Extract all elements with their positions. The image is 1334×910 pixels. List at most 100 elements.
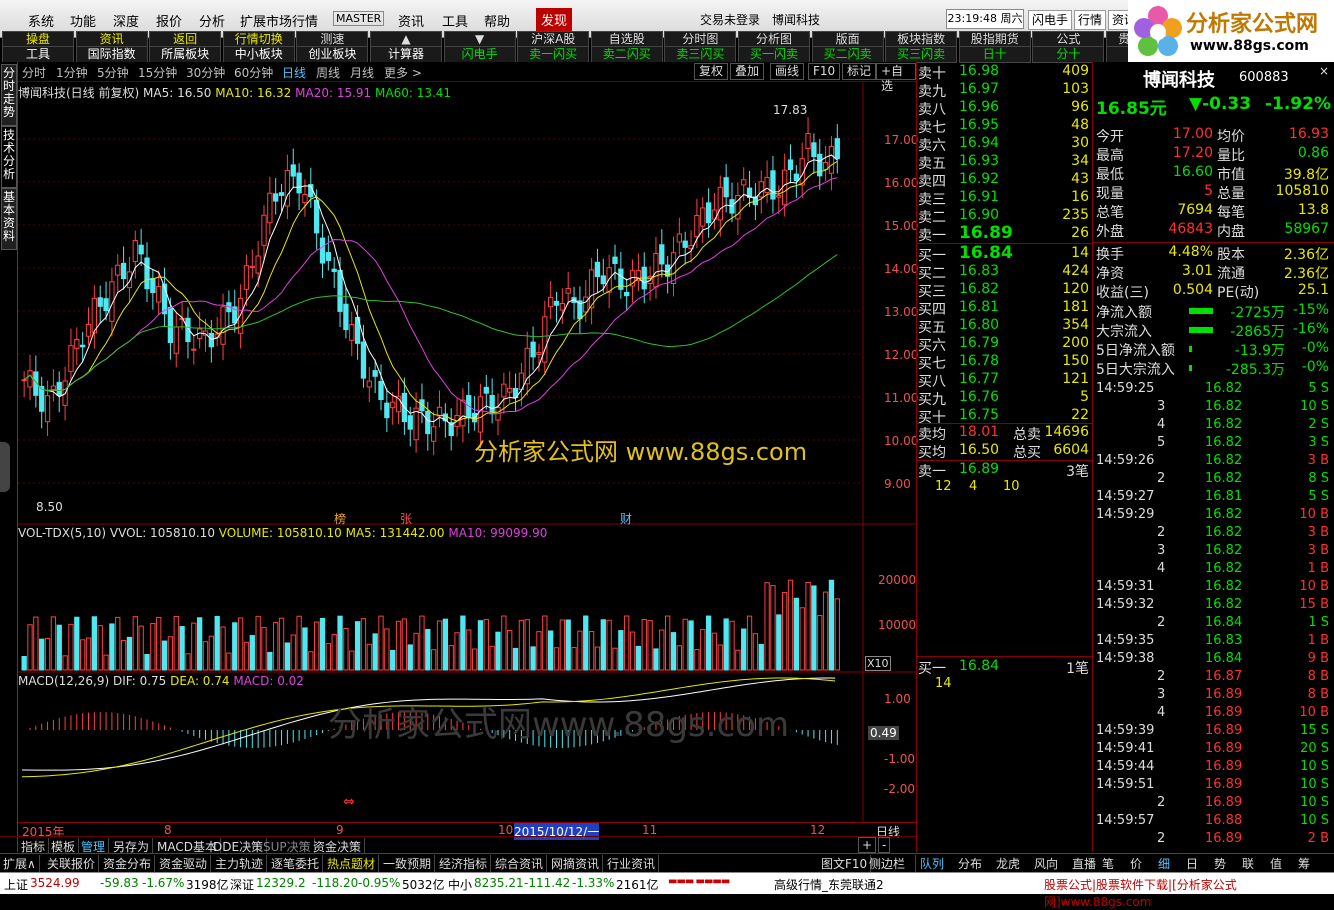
period-monthly[interactable]: 月线 <box>350 64 374 81</box>
login-status[interactable]: 交易未登录 <box>700 11 760 28</box>
menu-ext-market[interactable]: 扩展市场行情 <box>240 11 318 30</box>
function-tab[interactable]: 网摘资讯 <box>548 855 604 872</box>
tick-volume: 10 S <box>1300 759 1329 774</box>
menu-discover[interactable]: 发现 <box>536 8 573 31</box>
right-tab[interactable]: 联 <box>1242 855 1254 872</box>
right-tab[interactable]: 值 <box>1270 855 1282 872</box>
toolbar-button[interactable]: 买三闪卖 <box>885 46 958 63</box>
right-tab[interactable]: 分布 <box>958 855 982 872</box>
candle-body <box>349 324 355 341</box>
function-tab[interactable]: 一致预期 <box>380 855 436 872</box>
menu-help[interactable]: 帮助 <box>484 11 510 30</box>
toolbar-button[interactable]: 买二闪卖 <box>811 46 884 63</box>
quote-button[interactable]: 行情 <box>1074 10 1107 30</box>
toolbar-button[interactable]: 计算器 <box>370 46 442 63</box>
right-tab[interactable]: 细 <box>1158 855 1170 872</box>
overlay-button[interactable]: 叠加 <box>730 63 765 80</box>
function-tab[interactable]: 资金驱动 <box>156 855 212 872</box>
period-more[interactable]: 更多 > <box>384 64 422 81</box>
right-tab[interactable]: 风向 <box>1034 855 1058 872</box>
right-tab[interactable]: 势 <box>1214 855 1226 872</box>
volume-bar <box>278 617 285 671</box>
tab-fundamentals[interactable]: 基本资料 <box>1 188 17 250</box>
tab-technical[interactable]: 技术分析 <box>1 126 17 188</box>
sh-index-label[interactable]: 上证 <box>4 876 28 893</box>
queue-row[interactable]: 买一 16.84 1笔 <box>917 658 1093 677</box>
period-weekly[interactable]: 周线 <box>316 64 340 81</box>
period-intraday[interactable]: 分时 <box>22 64 46 81</box>
menu-analysis[interactable]: 分析 <box>199 11 225 30</box>
period-60min[interactable]: 60分钟 <box>234 64 273 81</box>
chart-area[interactable]: 博闻科技(日线 前复权) MA5: 16.50 MA10: 16.32 MA20… <box>18 82 918 852</box>
quote-cell: 17.20 <box>1172 145 1213 161</box>
function-tab[interactable]: 图文F10 <box>818 855 872 872</box>
menu-news[interactable]: 资讯 <box>398 11 424 30</box>
period-1min[interactable]: 1分钟 <box>56 64 88 81</box>
menu-system[interactable]: 系统 <box>28 11 54 30</box>
f10-button[interactable]: F10 <box>808 63 841 80</box>
toolbar-button[interactable]: 所属板块 <box>149 46 222 63</box>
period-5min[interactable]: 5分钟 <box>97 64 129 81</box>
toolbar-button[interactable]: 分十 <box>1032 46 1105 63</box>
menu-quote[interactable]: 报价 <box>156 11 182 30</box>
add-watchlist-button[interactable]: +自选 <box>876 63 916 93</box>
candle-body <box>296 172 302 194</box>
restore-rights-button[interactable]: 复权 <box>694 63 729 80</box>
sme-index-label[interactable]: 中小 <box>448 876 472 893</box>
function-tab[interactable]: 关联报价 <box>44 855 100 872</box>
right-tab[interactable]: 价 <box>1130 855 1142 872</box>
right-tab[interactable]: 日 <box>1186 855 1198 872</box>
right-tab[interactable]: 筹 <box>1298 855 1310 872</box>
function-tab[interactable]: 热点题材 <box>324 855 380 872</box>
function-tab[interactable]: 资金分布 <box>100 855 156 872</box>
draw-line-button[interactable]: 画线 <box>770 63 805 80</box>
function-tab[interactable]: 主力轨迹 <box>212 855 268 872</box>
event-marker[interactable]: 榜 <box>334 510 346 527</box>
zoom-out-button[interactable]: - <box>878 837 891 853</box>
right-tab[interactable]: 龙虎 <box>996 855 1020 872</box>
function-tab[interactable]: 综合资讯 <box>492 855 548 872</box>
zoom-in-button[interactable]: + <box>858 837 877 853</box>
queue-row[interactable]: 卖一 16.89 3笔 <box>917 461 1093 480</box>
collapse-handle[interactable] <box>0 442 10 492</box>
right-tab[interactable]: 队列 <box>920 855 944 872</box>
tab-intraday[interactable]: 分时走势 <box>1 64 17 126</box>
toolbar-button[interactable]: 卖二闪买 <box>590 46 663 63</box>
function-tab[interactable]: 行业资讯 <box>604 855 660 872</box>
sz-index-label[interactable]: 深证 <box>230 876 254 893</box>
ad-link[interactable]: 股票公式|股票软件下载|[分析家公式网]www.88gs.com <box>1044 876 1334 910</box>
tick-volume: 5 S <box>1308 381 1329 396</box>
menu-function[interactable]: 功能 <box>70 11 96 30</box>
drag-arrows-icon[interactable]: ⇔ <box>343 794 355 810</box>
period-daily[interactable]: 日线 <box>282 64 306 81</box>
volume-bar <box>565 619 571 671</box>
function-tab[interactable]: 逐笔委托 <box>268 855 324 872</box>
orderbook-price: 16.79 <box>959 335 1000 351</box>
right-tab[interactable]: 直播 <box>1072 855 1096 872</box>
function-tab[interactable]: 扩展∧ <box>0 855 40 872</box>
right-tab[interactable]: 笔 <box>1102 855 1114 872</box>
menu-tools[interactable]: 工具 <box>442 11 468 30</box>
toolbar-button[interactable]: 中小板块 <box>222 46 295 63</box>
toolbar-button[interactable]: 卖一闪买 <box>517 46 590 63</box>
close-icon[interactable]: × <box>1319 64 1329 78</box>
toolbar-button[interactable]: 创业板块 <box>296 46 369 63</box>
toolbar-button[interactable]: 买一闪卖 <box>738 46 810 63</box>
toolbar-button[interactable]: 国际指数 <box>75 46 148 63</box>
toolbar-button[interactable]: 工具 <box>2 46 74 63</box>
toolbar-button[interactable]: 闪电手 <box>443 46 516 63</box>
tick-list[interactable]: 14:59:25 16.82 5 S 3 16.82 10 S 4 16.82 2 S 5 16.8… <box>1092 380 1334 852</box>
mark-button[interactable]: 标记 <box>842 63 877 80</box>
flash-hand-button[interactable]: 闪电手 <box>1028 10 1073 30</box>
event-marker[interactable]: 张 <box>400 510 412 527</box>
volume-bar <box>173 616 179 671</box>
toolbar-button[interactable]: 日十 <box>958 46 1031 63</box>
event-marker[interactable]: 财 <box>620 510 632 527</box>
period-15min[interactable]: 15分钟 <box>138 64 177 81</box>
toolbar-button[interactable]: 卖三闪买 <box>664 46 737 63</box>
menu-master[interactable]: MASTER <box>333 11 385 26</box>
news-ticker[interactable]: 高级行情_东莞联通2 <box>774 876 884 893</box>
function-tab[interactable]: 经济指标 <box>436 855 492 872</box>
menu-depth[interactable]: 深度 <box>113 11 139 30</box>
period-30min[interactable]: 30分钟 <box>186 64 225 81</box>
